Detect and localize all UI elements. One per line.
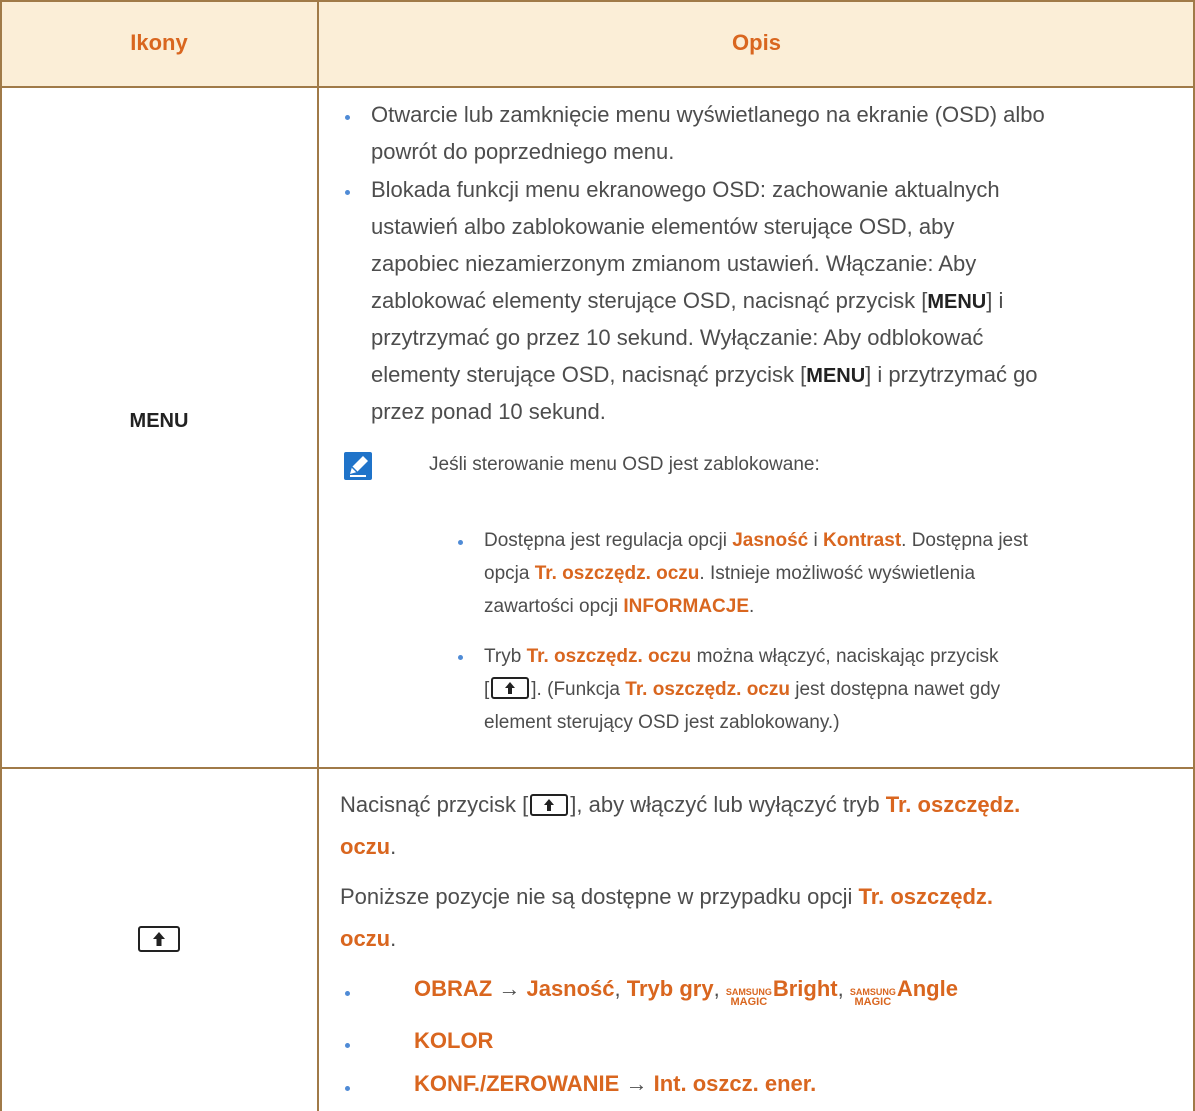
menu-key-inline: MENU [927,291,987,313]
lock-desc-line: zapobiec niezamierzonym zmianom ustawień… [371,251,977,276]
menu-desc-line: Otwarcie lub zamknięcie menu wyświetlane… [371,102,1045,127]
eye-saver-key-icon [138,926,180,952]
eye-saver-key-icon [530,794,569,816]
bullet-dot [345,991,350,996]
menu-key-label: MENU [129,410,189,432]
column-divider [317,0,319,1111]
note-bullet-1: Dostępna jest regulacja opcji Jasność i … [484,530,1028,617]
eye-saver-desc: Nacisnąć przycisk [], aby włączyć lub wy… [340,792,1021,859]
header-divider [0,86,1195,88]
info-table: Ikony Opis MENU Otwarcie lub zamknięcie … [0,0,1195,1111]
lock-desc-line: przytrzymać go przez 10 sekund. Wyłączan… [371,325,984,350]
bullet-dot [345,190,350,195]
magic-angle-logo: SAMSUNG MAGIC [849,987,896,1008]
menu-desc-line: powrót do poprzedniego menu. [371,139,675,164]
bullet-dot [345,115,350,120]
table-border-left [0,0,2,1111]
note-title: Jeśli sterowanie menu OSD jest zablokowa… [429,454,820,475]
lock-desc-line: ustawień albo zablokowanie elementów ste… [371,214,955,239]
unavailable-item-3: KONF./ZEROWANIE → Int. oszcz. ener. [414,1071,817,1096]
bullet-dot [345,1043,350,1048]
lock-desc-line: zablokować elementy sterujące OSD, nacis… [371,288,1004,313]
note-bullet-2: Tryb Tr. oszczędz. oczu można włączyć, n… [484,646,1001,733]
unavailable-item-2: KOLOR [414,1028,494,1053]
lock-desc-line: przez ponad 10 sekund. [371,399,606,424]
bullet-dot [458,540,463,545]
lock-desc-line: Blokada funkcji menu ekranowego OSD: zac… [371,177,1000,202]
unavailable-item-1: OBRAZ → Jasność, Tryb gry, SAMSUNG MAGIC B… [414,976,958,1008]
unavailable-desc: Poniższe pozycje nie są dostępne w przyp… [340,884,994,951]
bullet-dot [345,1086,350,1091]
magic-bright-logo: SAMSUNG MAGIC [725,987,772,1008]
eye-saver-key-icon [491,677,530,699]
note-pencil-icon [344,452,372,480]
row-divider [0,767,1195,769]
lock-desc-line: elementy sterujące OSD, nacisnąć przycis… [371,362,1038,387]
menu-key-inline: MENU [806,365,866,387]
table-border-top [0,0,1195,2]
header-icons: Ikony [130,30,188,55]
bullet-dot [458,655,463,660]
header-description: Opis [732,30,781,55]
